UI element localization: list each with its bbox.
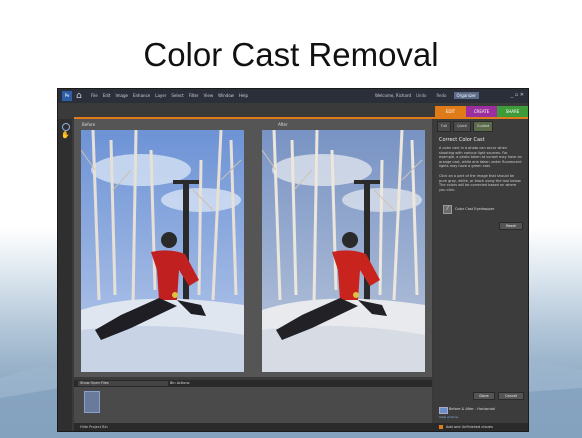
edit-mode-buttons: Full Quick Guided bbox=[435, 121, 528, 132]
after-photo[interactable] bbox=[262, 130, 425, 372]
menu-file[interactable]: File bbox=[91, 93, 98, 98]
hide-project-bin-toggle[interactable]: Hide Project Bin bbox=[74, 423, 438, 431]
view-selector[interactable]: Before & After - Horizontal bbox=[439, 406, 525, 414]
view-label: Before & After - Horizontal bbox=[449, 407, 496, 411]
photo-thumbnail[interactable] bbox=[84, 391, 100, 413]
slide-title: Color Cast Removal bbox=[143, 36, 439, 73]
before-photo[interactable] bbox=[81, 130, 244, 372]
slide: Color Cast Removal Pe ⌂ File Edit Image … bbox=[0, 0, 582, 438]
menu-edit[interactable]: Edit bbox=[103, 93, 111, 98]
redo-button[interactable]: Redo bbox=[433, 92, 449, 99]
welcome-text: Welcome, Richard bbox=[375, 93, 412, 98]
project-bin-toolbar: Show Open Files Bin Actions bbox=[74, 380, 432, 387]
menu-filter[interactable]: Filter bbox=[189, 93, 199, 98]
menu-layer[interactable]: Layer bbox=[155, 93, 166, 98]
menu-image[interactable]: Image bbox=[115, 93, 128, 98]
mode-guided[interactable]: Guided bbox=[472, 121, 494, 132]
mode-tabs: EDIT CREATE SHARE bbox=[435, 106, 528, 117]
bin-actions-menu[interactable]: Bin Actions bbox=[170, 381, 190, 385]
panel-title: Correct Color Cast bbox=[439, 137, 485, 143]
image-workspace: Before After bbox=[74, 119, 432, 377]
tab-create[interactable]: CREATE bbox=[466, 106, 497, 117]
before-label: Before bbox=[82, 122, 96, 127]
panel-description: A color cast in a photo can occur when s… bbox=[439, 146, 522, 169]
main-menu: File Edit Image Enhance Layer Select Fil… bbox=[91, 93, 248, 98]
eyedropper-icon[interactable]: ⁄ bbox=[443, 205, 452, 214]
tab-edit[interactable]: EDIT bbox=[435, 106, 466, 117]
photoshop-elements-window: Pe ⌂ File Edit Image Enhance Layer Selec… bbox=[57, 88, 529, 432]
status-icon bbox=[439, 425, 443, 429]
show-open-files-select[interactable]: Show Open Files bbox=[78, 381, 168, 386]
status-bar: Add and Unfinished chores bbox=[435, 423, 528, 431]
before-after-icon bbox=[439, 407, 448, 414]
guided-edit-panel: Full Quick Guided Correct Color Cast A c… bbox=[435, 119, 528, 431]
mode-full[interactable]: Full bbox=[437, 121, 451, 132]
menu-view[interactable]: View bbox=[204, 93, 214, 98]
panel-instructions: Click on a part of the image that should… bbox=[439, 174, 522, 192]
view-actions-link[interactable]: View Actions bbox=[439, 415, 458, 419]
reset-button[interactable]: Reset bbox=[499, 222, 523, 230]
project-bin bbox=[74, 387, 432, 423]
organizer-button[interactable]: Organizer bbox=[453, 92, 480, 99]
undo-button[interactable]: Undo bbox=[413, 92, 429, 99]
tools-panel: ✋ bbox=[58, 119, 72, 431]
after-label: After bbox=[278, 122, 288, 127]
eyedropper-label: Color Cast Eyedropper bbox=[455, 207, 495, 211]
menu-window[interactable]: Window bbox=[218, 93, 234, 98]
app-logo: Pe bbox=[62, 91, 72, 101]
hand-tool-icon[interactable]: ✋ bbox=[61, 131, 70, 139]
zoom-tool-icon[interactable] bbox=[62, 123, 70, 131]
status-text: Add and Unfinished chores bbox=[446, 425, 493, 429]
menu-help[interactable]: Help bbox=[239, 93, 248, 98]
mode-quick[interactable]: Quick bbox=[453, 121, 471, 132]
done-button[interactable]: Done bbox=[473, 392, 495, 400]
menu-enhance[interactable]: Enhance bbox=[133, 93, 150, 98]
menu-bar: Pe ⌂ File Edit Image Enhance Layer Selec… bbox=[58, 89, 528, 103]
header-buttons: Undo Redo Organizer bbox=[413, 92, 480, 99]
tab-share[interactable]: SHARE bbox=[497, 106, 528, 117]
window-controls[interactable]: _ ▫ ✕ bbox=[511, 92, 524, 98]
cancel-button[interactable]: Cancel bbox=[498, 392, 524, 400]
menu-select[interactable]: Select bbox=[171, 93, 183, 98]
home-icon[interactable]: ⌂ bbox=[76, 91, 86, 101]
